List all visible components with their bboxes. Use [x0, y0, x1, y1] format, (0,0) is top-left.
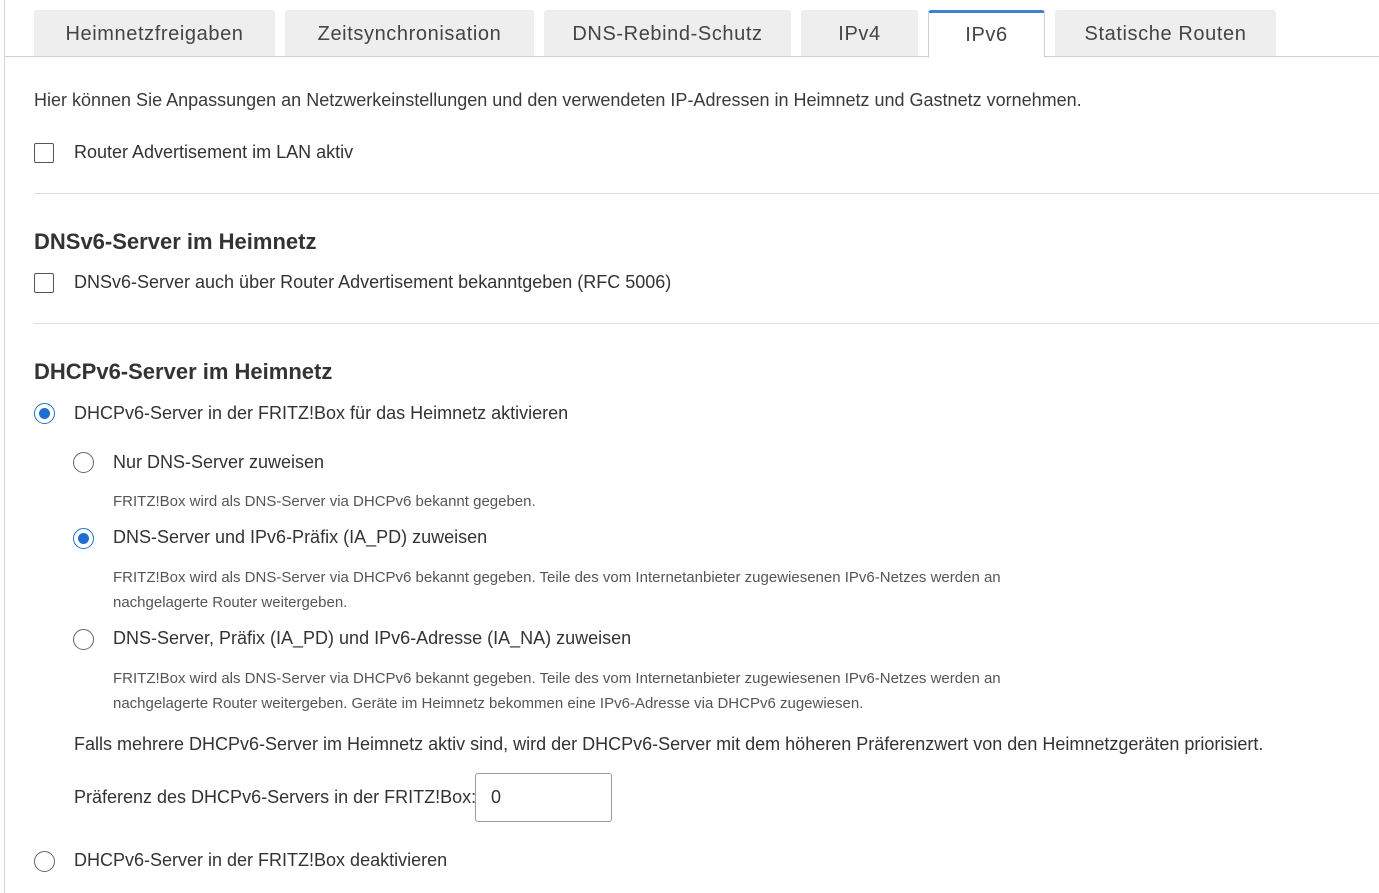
option-dns-prefix-address-label[interactable]: DNS-Server, Präfix (IA_PD) und IPv6-Adre…	[113, 628, 631, 649]
priority-note: Falls mehrere DHCPv6-Server im Heimnetz …	[74, 734, 1264, 754]
dhcpv6-activate-radio[interactable]	[34, 403, 55, 424]
router-advertisement-checkbox[interactable]	[34, 143, 54, 163]
tab-statische-routen[interactable]: Statische Routen	[1055, 10, 1276, 57]
tab-ipv4[interactable]: IPv4	[801, 10, 918, 57]
option-dns-only-label[interactable]: Nur DNS-Server zuweisen	[113, 452, 324, 473]
content-frame	[4, 0, 1379, 893]
dhcpv6-activate-label[interactable]: DHCPv6-Server in der FRITZ!Box für das H…	[74, 403, 568, 424]
option-dns-prefix-address-radio[interactable]	[73, 629, 94, 650]
divider	[34, 193, 1379, 194]
tab-dns-rebind-schutz[interactable]: DNS-Rebind-Schutz	[544, 10, 791, 57]
dnsv6-ra-checkbox[interactable]	[34, 273, 54, 293]
option-dns-only-radio[interactable]	[73, 452, 94, 473]
intro-text: Hier können Sie Anpassungen an Netzwerke…	[34, 90, 1082, 110]
preference-label: Präferenz des DHCPv6-Servers in der FRIT…	[74, 787, 477, 807]
tab-ipv6[interactable]: IPv6	[928, 10, 1045, 58]
option-dns-only-hint: FRITZ!Box wird als DNS-Server via DHCPv6…	[113, 493, 536, 510]
option-dns-prefix-hint: FRITZ!Box wird als DNS-Server via DHCPv6…	[113, 569, 1001, 611]
tab-heimnetzfreigaben[interactable]: Heimnetzfreigaben	[34, 10, 275, 57]
divider	[34, 323, 1379, 324]
router-advertisement-label[interactable]: Router Advertisement im LAN aktiv	[74, 142, 353, 163]
preference-input[interactable]	[475, 773, 612, 822]
option-dns-prefix-address-hint: FRITZ!Box wird als DNS-Server via DHCPv6…	[113, 670, 1001, 712]
dnsv6-heading: DNSv6-Server im Heimnetz	[34, 229, 317, 254]
option-dns-prefix-radio[interactable]	[73, 528, 94, 549]
tab-bar: Heimnetzfreigaben Zeitsynchronisation DN…	[34, 10, 1276, 58]
dnsv6-ra-label[interactable]: DNSv6-Server auch über Router Advertisem…	[74, 272, 671, 293]
dhcpv6-deactivate-radio[interactable]	[34, 851, 55, 872]
tab-zeitsynchronisation[interactable]: Zeitsynchronisation	[285, 10, 534, 57]
tab-baseline	[5, 56, 1379, 57]
dhcpv6-heading: DHCPv6-Server im Heimnetz	[34, 359, 333, 384]
option-dns-prefix-label[interactable]: DNS-Server und IPv6-Präfix (IA_PD) zuwei…	[113, 527, 487, 548]
dhcpv6-deactivate-label[interactable]: DHCPv6-Server in der FRITZ!Box deaktivie…	[74, 850, 447, 871]
